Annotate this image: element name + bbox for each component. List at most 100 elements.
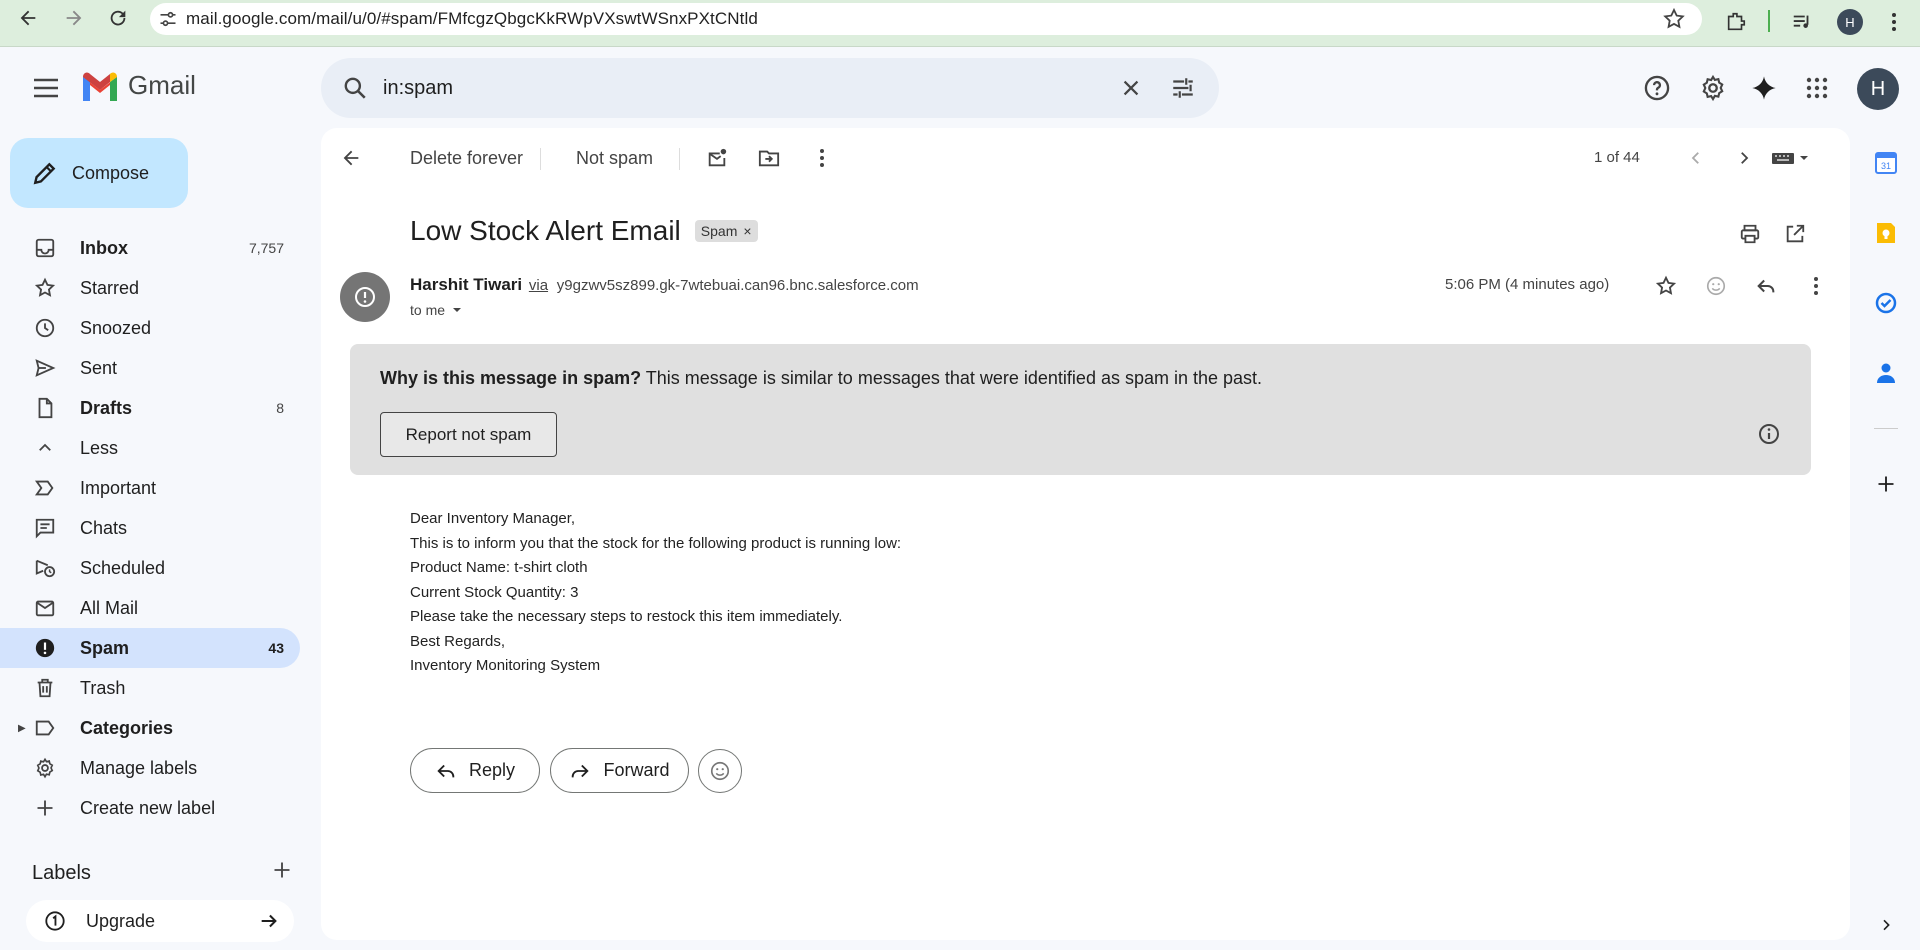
- reply-button[interactable]: Reply: [410, 748, 540, 793]
- recipient-details[interactable]: to me: [410, 302, 463, 318]
- upgrade-button[interactable]: Upgrade: [26, 900, 294, 942]
- sidebar-item-important[interactable]: Important: [0, 468, 300, 508]
- sidebar-item-create-label[interactable]: Create new label: [0, 788, 300, 828]
- expand-arrow-icon[interactable]: ▶: [18, 723, 26, 734]
- remove-label-icon[interactable]: ×: [743, 223, 751, 239]
- sidebar-item-spam[interactable]: Spam 43: [0, 628, 300, 668]
- apps-grid-icon[interactable]: [1797, 68, 1837, 108]
- caret-down-icon[interactable]: [451, 304, 463, 316]
- main-menu-icon[interactable]: [22, 70, 70, 106]
- more-options-icon[interactable]: [804, 140, 840, 176]
- open-in-new-window-icon[interactable]: [1777, 216, 1813, 252]
- message-view: Delete forever Not spam 1 of 44 Low Stoc…: [321, 128, 1850, 940]
- mark-unread-icon[interactable]: [699, 140, 735, 176]
- body-line: Best Regards,: [410, 632, 506, 650]
- emoji-reaction-button[interactable]: [698, 749, 742, 793]
- media-control-icon[interactable]: [1784, 4, 1820, 40]
- spam-label-chip[interactable]: Spam ×: [694, 220, 758, 242]
- sidebar-item-manage-labels[interactable]: Manage labels: [0, 748, 300, 788]
- sidebar-item-chats[interactable]: Chats: [0, 508, 300, 548]
- sidebar-item-starred[interactable]: Starred: [0, 268, 300, 308]
- not-spam-button[interactable]: Not spam: [576, 148, 653, 169]
- reload-icon[interactable]: [100, 0, 136, 36]
- plus-icon: [32, 798, 58, 818]
- message-more-icon[interactable]: [1798, 268, 1834, 304]
- settings-gear-icon[interactable]: [1693, 68, 1733, 108]
- add-reaction-icon[interactable]: [1698, 268, 1734, 304]
- toolbar-divider: [540, 148, 541, 170]
- chat-icon: [32, 517, 58, 539]
- site-info-icon[interactable]: [150, 9, 186, 29]
- sidebar-item-inbox[interactable]: Inbox 7,757: [0, 228, 300, 268]
- reply-arrow-icon: [437, 764, 455, 777]
- sidebar-item-snoozed[interactable]: Snoozed: [0, 308, 300, 348]
- extensions-icon[interactable]: [1718, 4, 1754, 40]
- gear-icon: [32, 757, 58, 779]
- sender-name[interactable]: Harshit Tiwari: [410, 275, 522, 294]
- get-addons-plus-icon[interactable]: [1868, 466, 1904, 502]
- profile-avatar[interactable]: H: [1832, 4, 1868, 40]
- back-to-list-icon[interactable]: [333, 140, 369, 176]
- sidebar-item-trash[interactable]: Trash: [0, 668, 300, 708]
- body-line: Inventory Monitoring System: [410, 657, 601, 674]
- print-icon[interactable]: [1732, 216, 1768, 252]
- address-bar[interactable]: mail.google.com/mail/u/0/#spam/FMfcgzQbg…: [150, 3, 1702, 35]
- search-bar[interactable]: in:spam: [321, 58, 1219, 118]
- delete-forever-button[interactable]: Delete forever: [410, 148, 523, 169]
- sidebar-item-less[interactable]: Less: [0, 428, 300, 468]
- email-subject: Low Stock Alert Email: [410, 215, 681, 246]
- sidebar-item-categories[interactable]: ▶ Categories: [0, 708, 300, 748]
- star-message-icon[interactable]: [1648, 268, 1684, 304]
- app-name: Gmail: [128, 70, 196, 100]
- important-icon: [32, 477, 58, 499]
- body-line: Dear Inventory Manager,: [410, 510, 576, 527]
- report-not-spam-button[interactable]: Report not spam: [380, 412, 557, 457]
- calendar-icon[interactable]: 31: [1868, 145, 1904, 181]
- forward-button[interactable]: Forward: [550, 748, 689, 793]
- gmail-m-icon: [83, 72, 117, 101]
- spam-warning-banner: Why is this message in spam? This messag…: [350, 344, 1811, 475]
- spam-warning-text: Why is this message in spam? This messag…: [380, 368, 1263, 388]
- via-link[interactable]: via: [529, 277, 548, 294]
- show-side-panel-chevron-icon[interactable]: [1868, 907, 1904, 943]
- contacts-icon[interactable]: [1868, 355, 1904, 391]
- forward-icon[interactable]: [56, 0, 92, 36]
- compose-button[interactable]: Compose: [10, 138, 188, 208]
- message-timestamp: 5:06 PM (4 minutes ago): [1445, 276, 1610, 293]
- reply-icon[interactable]: [1748, 268, 1784, 304]
- email-body: Dear Inventory Manager, This is to infor…: [410, 507, 901, 679]
- search-input[interactable]: in:spam: [383, 77, 1105, 100]
- side-panel-divider: [1874, 428, 1898, 429]
- input-tools-keyboard-icon[interactable]: [1761, 140, 1821, 176]
- body-line: Product Name: t-shirt cloth: [410, 559, 588, 576]
- gmail-logo[interactable]: Gmail: [80, 70, 196, 101]
- sidebar-item-drafts[interactable]: Drafts 8: [0, 388, 300, 428]
- add-label-plus-icon[interactable]: [272, 860, 292, 886]
- bookmark-star-icon[interactable]: [1662, 7, 1686, 36]
- url-text: mail.google.com/mail/u/0/#spam/FMfcgzQbg…: [186, 9, 758, 28]
- account-avatar[interactable]: H: [1857, 68, 1899, 110]
- inbox-icon: [32, 237, 58, 259]
- older-chevron-icon[interactable]: [1726, 140, 1762, 176]
- help-icon[interactable]: [1637, 68, 1677, 108]
- gemini-icon[interactable]: [1744, 68, 1784, 108]
- upgrade-icon: [45, 911, 65, 931]
- all-mail-icon: [32, 597, 58, 619]
- keep-icon[interactable]: [1868, 215, 1904, 251]
- search-icon[interactable]: [327, 75, 383, 101]
- move-to-folder-icon[interactable]: [751, 140, 787, 176]
- compose-label: Compose: [72, 162, 150, 183]
- search-options-icon[interactable]: [1157, 75, 1209, 101]
- browser-menu-icon[interactable]: [1876, 4, 1912, 40]
- sidebar-item-scheduled[interactable]: Scheduled: [0, 548, 300, 588]
- body-line: This is to inform you that the stock for…: [410, 534, 902, 552]
- sidebar-item-sent[interactable]: Sent: [0, 348, 300, 388]
- drafts-count: 8: [276, 400, 284, 416]
- back-icon[interactable]: [10, 0, 46, 36]
- sidebar-nav: Inbox 7,757 Starred Snoozed Sent Drafts …: [0, 228, 300, 828]
- tasks-icon[interactable]: [1868, 285, 1904, 321]
- clear-search-icon[interactable]: [1105, 77, 1157, 99]
- sidebar-item-all-mail[interactable]: All Mail: [0, 588, 300, 628]
- newer-chevron-icon[interactable]: [1678, 140, 1714, 176]
- info-icon[interactable]: [1757, 422, 1781, 451]
